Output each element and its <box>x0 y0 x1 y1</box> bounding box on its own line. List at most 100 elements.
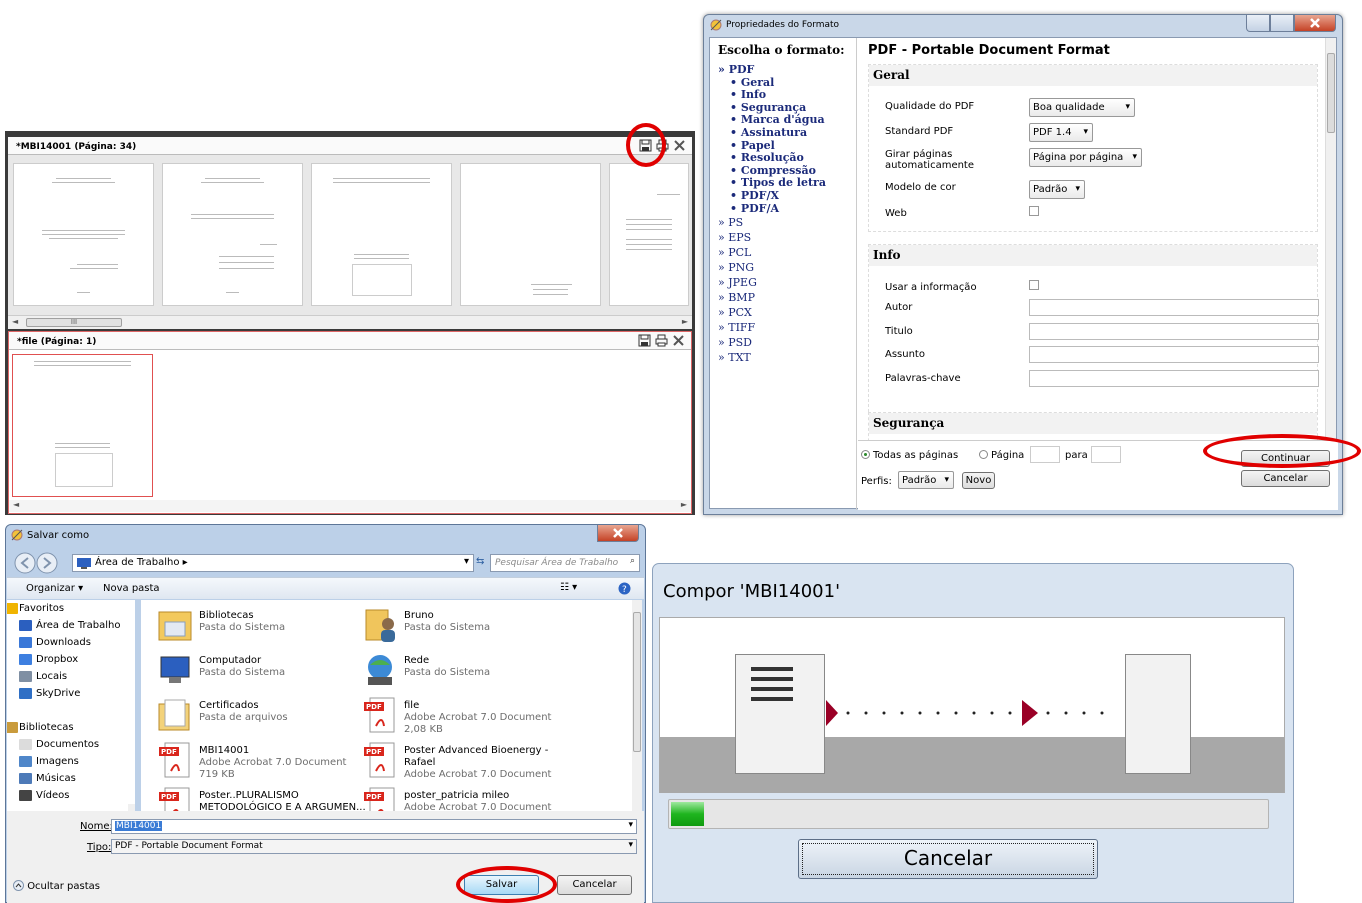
tree-item[interactable]: Downloads <box>7 634 135 651</box>
page-from-input[interactable] <box>1030 446 1060 463</box>
new-profile-button[interactable]: Novo <box>962 472 995 489</box>
tree-item[interactable]: Bibliotecas <box>7 719 135 736</box>
forward-icon[interactable] <box>36 552 58 574</box>
back-icon[interactable] <box>14 552 36 574</box>
search-icon[interactable]: ⌕ <box>630 556 635 566</box>
format-item[interactable]: » TIFF <box>718 320 856 335</box>
viewer-panel-file[interactable]: *file (Página: 1) ◄ ► <box>8 331 692 514</box>
cancel-button[interactable]: Cancelar <box>1241 470 1330 487</box>
scroll-thumb[interactable] <box>1327 53 1335 133</box>
save-button[interactable]: Salvar <box>464 875 539 895</box>
page-thumbnail[interactable] <box>162 163 303 306</box>
rotate-pages-select[interactable]: Página por página <box>1029 148 1142 167</box>
close-button[interactable] <box>597 525 639 542</box>
format-item[interactable]: • PDF/X <box>718 189 856 203</box>
file-list-scrollbar[interactable] <box>632 600 642 811</box>
title-input[interactable] <box>1029 323 1319 340</box>
format-item[interactable]: » PSD <box>718 335 856 350</box>
file-item[interactable]: PDF Poster Advanced Bioenergy - Rafael Adob… <box>362 741 562 785</box>
help-icon[interactable]: ? <box>618 582 631 595</box>
format-item[interactable]: • Assinatura <box>718 126 856 140</box>
file-item[interactable]: PDF Poster..PLURALISMO METODOLÓGICO E A AR… <box>157 786 366 811</box>
file-item[interactable]: Rede Pasta do Sistema <box>362 651 562 695</box>
maximize-button[interactable] <box>1270 15 1294 32</box>
scroll-right-icon[interactable]: ► <box>682 317 688 326</box>
file-item[interactable]: PDF poster_patricia mileo Adobe Acrobat 7.… <box>362 786 562 811</box>
format-item[interactable]: • Info <box>718 89 856 102</box>
save-icon[interactable] <box>638 334 651 347</box>
organize-menu[interactable]: Organizar ▾ <box>26 583 83 594</box>
format-item[interactable]: » BMP <box>718 290 856 305</box>
file-type-select[interactable]: PDF - Portable Document Format <box>111 839 637 854</box>
page-thumbnail[interactable] <box>12 354 153 497</box>
format-item[interactable]: » PCX <box>718 305 856 320</box>
tree-item[interactable]: Área de Trabalho <box>7 617 135 634</box>
pdf-quality-select[interactable]: Boa qualidade <box>1029 98 1135 117</box>
profile-select[interactable]: Padrão <box>898 471 954 489</box>
file-item[interactable]: PDF MBI14001 Adobe Acrobat 7.0 Document 719… <box>157 741 357 785</box>
pdf-standard-select[interactable]: PDF 1.4 <box>1029 123 1093 142</box>
vertical-scrollbar[interactable] <box>1325 38 1336 440</box>
file-item[interactable]: Certificados Pasta de arquivos <box>157 696 357 740</box>
format-item[interactable]: • Resolução <box>718 152 856 165</box>
page-thumbnail[interactable] <box>13 163 154 306</box>
scroll-left-icon[interactable]: ◄ <box>12 317 18 326</box>
window-titlebar[interactable]: Propriedades do Formato <box>704 15 1342 36</box>
format-item[interactable]: • PDF/A <box>718 202 856 216</box>
web-checkbox[interactable] <box>1029 206 1039 216</box>
save-icon[interactable] <box>639 139 652 152</box>
close-icon[interactable] <box>673 139 686 152</box>
file-item[interactable]: Computador Pasta do Sistema <box>157 651 357 695</box>
new-folder-button[interactable]: Nova pasta <box>103 583 160 594</box>
cancel-button[interactable]: Cancelar <box>798 839 1098 879</box>
page-to-input[interactable] <box>1091 446 1121 463</box>
format-item[interactable]: » PNG <box>718 260 856 275</box>
author-input[interactable] <box>1029 299 1319 316</box>
all-pages-radio[interactable]: Todas as páginas <box>861 450 958 461</box>
horizontal-scrollbar[interactable]: ◄ ► <box>9 500 691 512</box>
color-model-select[interactable]: Padrão <box>1029 180 1085 199</box>
hide-folders-toggle[interactable]: Ocultar pastas <box>13 880 100 892</box>
page-thumbnail[interactable] <box>609 163 689 306</box>
viewer-panel-mbi14001[interactable]: *MBI14001 (Página: 34) ◄ III ► <box>8 137 692 329</box>
format-item[interactable]: » PS <box>718 215 856 230</box>
tree-item[interactable]: Favoritos <box>7 600 135 617</box>
chevron-down-icon[interactable]: ▾ <box>464 556 469 567</box>
file-item[interactable]: PDF file Adobe Acrobat 7.0 Document 2,08 KB <box>362 696 562 740</box>
refresh-icon[interactable]: ⇆ <box>476 556 484 567</box>
subject-input[interactable] <box>1029 346 1319 363</box>
scroll-thumb[interactable]: III <box>26 318 122 327</box>
page-thumbnail[interactable] <box>311 163 452 306</box>
file-name-input[interactable]: MBI14001 <box>111 819 637 834</box>
view-options-icon[interactable]: ☷ ▾ <box>560 582 577 593</box>
tree-item[interactable]: SkyDrive <box>7 685 135 702</box>
use-info-checkbox[interactable] <box>1029 280 1039 290</box>
page-range-radio[interactable]: Página <box>979 450 1024 461</box>
continue-button[interactable]: Continuar <box>1241 450 1330 467</box>
print-icon[interactable] <box>656 139 669 152</box>
scroll-thumb[interactable] <box>633 612 641 752</box>
tree-item[interactable]: Vídeos <box>7 787 135 804</box>
file-item[interactable]: Bruno Pasta do Sistema <box>362 606 562 650</box>
scroll-right-icon[interactable]: ► <box>681 500 687 509</box>
tree-item[interactable]: Dropbox <box>7 651 135 668</box>
file-item[interactable]: Bibliotecas Pasta do Sistema <box>157 606 357 650</box>
tree-scrollbar[interactable] <box>128 804 135 811</box>
page-thumbnail[interactable] <box>460 163 601 306</box>
tree-item[interactable]: Documentos <box>7 736 135 753</box>
format-item[interactable]: » TXT <box>718 350 856 365</box>
print-icon[interactable] <box>655 334 668 347</box>
cancel-button[interactable]: Cancelar <box>557 875 632 895</box>
close-icon[interactable] <box>672 334 685 347</box>
search-input[interactable]: Pesquisar Área de Trabalho ⌕ <box>490 554 640 572</box>
window-titlebar[interactable]: Salvar como <box>6 525 645 546</box>
format-item[interactable]: » JPEG <box>718 275 856 290</box>
close-button[interactable] <box>1294 15 1336 32</box>
scroll-left-icon[interactable]: ◄ <box>13 500 19 509</box>
minimize-button[interactable] <box>1246 15 1270 32</box>
format-item[interactable]: » PDF <box>718 63 856 77</box>
format-item[interactable]: » EPS <box>718 230 856 245</box>
format-item[interactable]: » PCL <box>718 245 856 260</box>
address-bar[interactable]: Área de Trabalho ▸ ▾ <box>72 554 474 572</box>
horizontal-scrollbar[interactable]: ◄ III ► <box>8 315 692 329</box>
